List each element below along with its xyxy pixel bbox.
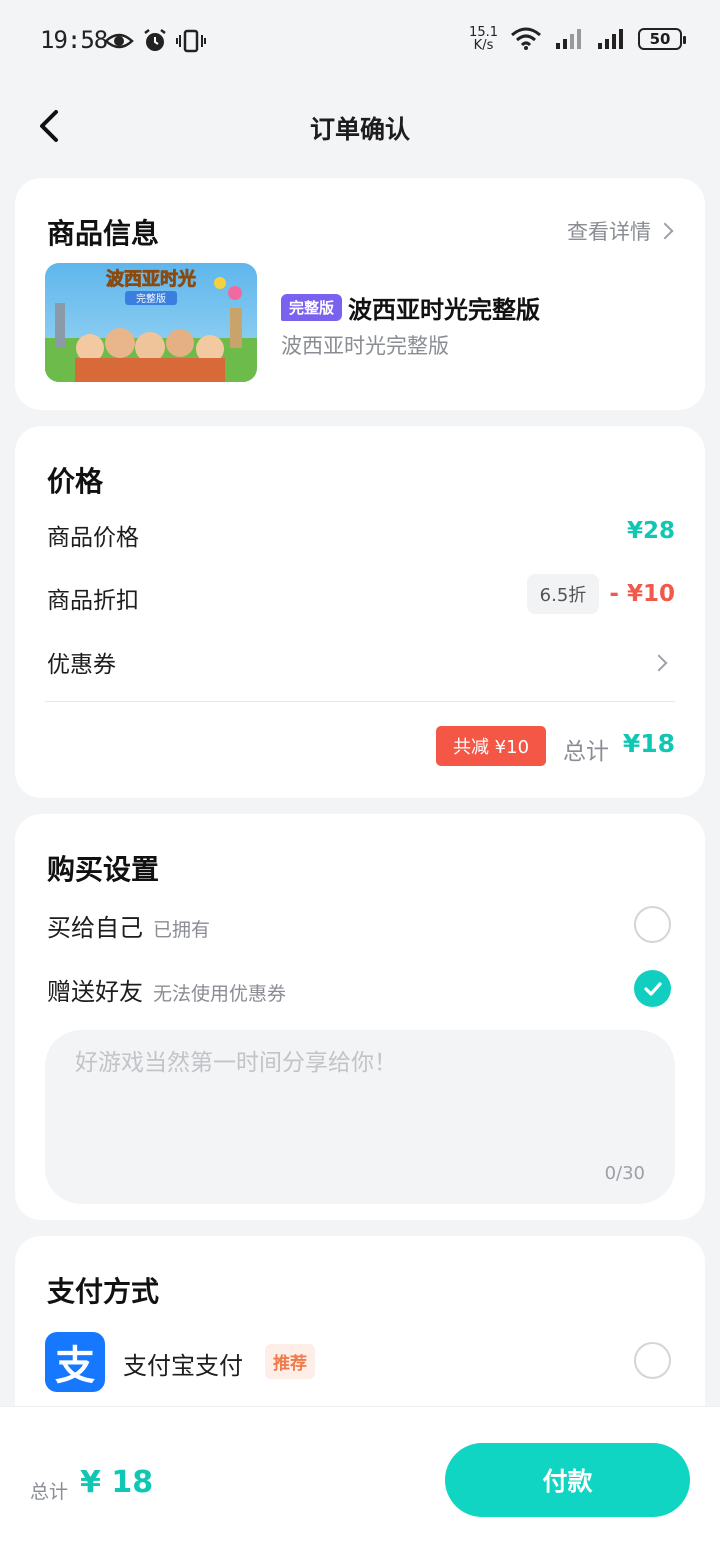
option-note: 已拥有 bbox=[153, 919, 211, 941]
discount-label: 商品折扣 bbox=[47, 588, 139, 614]
product-section-title: 商品信息 bbox=[47, 217, 160, 250]
checkmark-icon bbox=[643, 981, 662, 996]
purchase-settings-card: 购买设置 买给自己 已拥有 赠送好友 无法使用优惠券 0/30 bbox=[15, 814, 705, 1220]
option-buy-for-self[interactable]: 买给自己 已拥有 bbox=[15, 898, 705, 950]
eye-icon bbox=[104, 33, 134, 49]
total-label: 总计 bbox=[563, 739, 609, 765]
radio-unchecked[interactable] bbox=[634, 906, 671, 943]
chevron-right-icon bbox=[656, 222, 674, 240]
nav-bar: 订单确认 bbox=[0, 92, 720, 162]
alipay-icon: 支 bbox=[45, 1332, 105, 1392]
bottom-bar: 总计 ¥ 18 付款 bbox=[0, 1406, 720, 1554]
option-label: 买给自己 bbox=[47, 914, 143, 942]
view-detail-link[interactable]: 查看详情 bbox=[567, 216, 674, 246]
alipay-radio[interactable] bbox=[634, 1342, 671, 1379]
net-speed: 15.1 K/s bbox=[469, 25, 498, 53]
wifi-icon bbox=[511, 27, 541, 50]
coupon-row[interactable]: 优惠券 bbox=[15, 631, 705, 691]
page-title: 订单确认 bbox=[309, 115, 410, 144]
cover-title-text: 波西亚时光 bbox=[106, 268, 196, 290]
item-price-label: 商品价格 bbox=[47, 525, 139, 551]
radio-checked[interactable] bbox=[634, 970, 671, 1007]
bottom-total-value: ¥ 18 bbox=[80, 1465, 154, 1500]
chevron-right-icon bbox=[650, 654, 668, 672]
product-name: 波西亚时光完整版 bbox=[348, 296, 541, 324]
divider bbox=[45, 701, 675, 702]
edition-badge: 完整版 bbox=[281, 294, 343, 321]
product-subtitle: 波西亚时光完整版 bbox=[281, 334, 449, 358]
status-bar: 19:58 15.1 K/s 50 bbox=[0, 0, 720, 84]
price-card: 价格 商品价格 ¥28 商品折扣 6.5折 - ¥10 优惠券 共减 ¥10 总… bbox=[15, 426, 705, 798]
recommend-tag: 推荐 bbox=[265, 1344, 315, 1379]
option-gift-friend[interactable]: 赠送好友 无法使用优惠券 bbox=[15, 962, 705, 1014]
bottom-total-label: 总计 bbox=[30, 1481, 69, 1503]
payment-section-title: 支付方式 bbox=[47, 1275, 160, 1308]
char-count: 0/30 bbox=[604, 1163, 645, 1184]
battery-indicator: 50 bbox=[638, 28, 686, 50]
pay-button[interactable]: 付款 bbox=[445, 1443, 690, 1517]
status-time: 19:58 bbox=[40, 26, 108, 54]
price-section-title: 价格 bbox=[47, 465, 104, 498]
item-price-value: ¥28 bbox=[626, 518, 675, 544]
total-reduction-badge: 共减 ¥10 bbox=[436, 726, 546, 766]
option-note: 无法使用优惠券 bbox=[153, 983, 287, 1005]
gift-message-input[interactable] bbox=[75, 1050, 635, 1076]
game-cover-image[interactable]: 波西亚时光 完整版 bbox=[45, 263, 257, 382]
option-label: 赠送好友 bbox=[47, 978, 143, 1006]
discount-value: - ¥10 bbox=[609, 581, 675, 607]
alarm-icon bbox=[144, 29, 166, 51]
coupon-label: 优惠券 bbox=[47, 652, 116, 678]
settings-section-title: 购买设置 bbox=[47, 853, 160, 886]
cover-sub-text: 完整版 bbox=[136, 292, 166, 305]
view-detail-label: 查看详情 bbox=[567, 220, 651, 244]
gift-message-box[interactable]: 0/30 bbox=[45, 1030, 675, 1204]
discount-rate-chip: 6.5折 bbox=[527, 574, 599, 614]
product-info-card: 商品信息 查看详情 波西亚时光 完整版 完整版 波西亚时光完整版 波西亚时光完整… bbox=[15, 178, 705, 410]
total-value: ¥18 bbox=[622, 729, 675, 758]
alipay-label: 支付宝支付 bbox=[123, 1352, 243, 1380]
vibrate-icon bbox=[176, 29, 206, 53]
signal-icon-2 bbox=[598, 29, 623, 49]
signal-icon bbox=[556, 29, 581, 49]
